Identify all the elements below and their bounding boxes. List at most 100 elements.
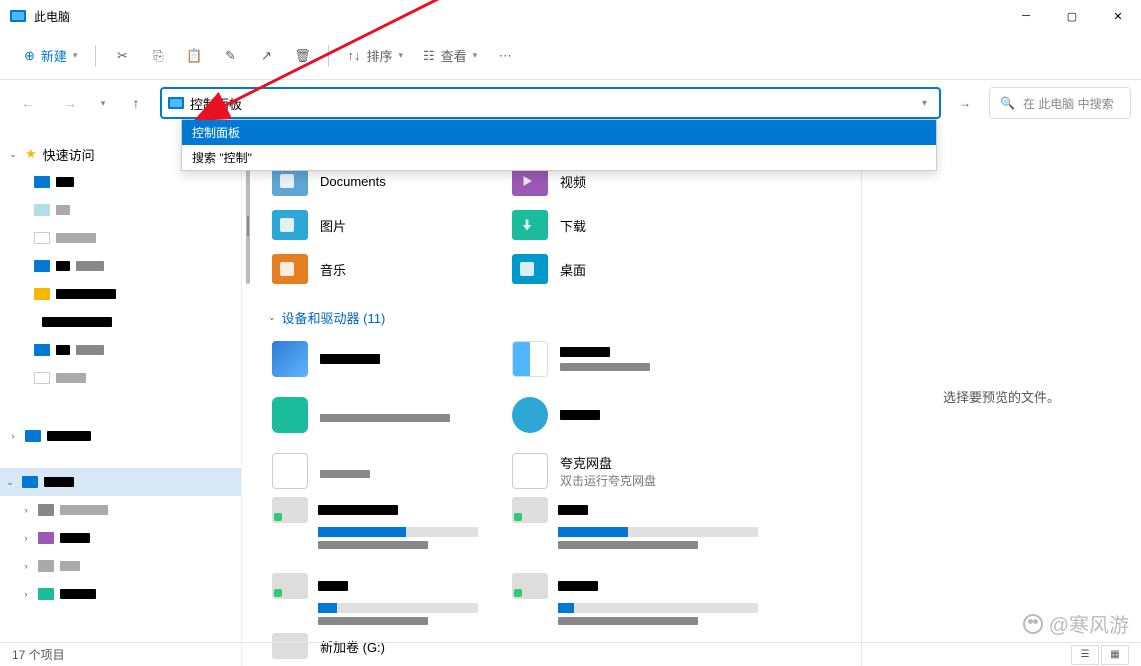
sidebar-item[interactable]: › (0, 524, 241, 552)
chevron-down-icon: ▾ (73, 50, 78, 61)
sidebar-item[interactable] (0, 364, 241, 392)
folder-downloads[interactable]: 下载 (512, 210, 752, 240)
chevron-down-icon: ▾ (398, 50, 403, 61)
forward-button[interactable]: → (52, 87, 88, 119)
monitor-icon (168, 97, 184, 109)
pictures-icon (272, 210, 308, 240)
device-item[interactable] (272, 453, 512, 489)
rename-button[interactable]: ✎ (214, 40, 246, 72)
address-wrapper: ▾ 控制面板 搜索 "控制" (160, 87, 941, 119)
close-button[interactable]: ✕ (1095, 0, 1141, 32)
scrollbar[interactable] (246, 168, 250, 284)
navigation-row: ← → ▾ ↑ ▾ 控制面板 搜索 "控制" → 🔍 在 此电脑 中搜索 (0, 80, 1141, 126)
drive-item[interactable] (272, 573, 512, 625)
window-title: 此电脑 (34, 8, 70, 25)
folders-grid: Documents 视频 图片 下载 音乐 桌面 (272, 166, 861, 284)
view-icon: ☷ (423, 48, 435, 64)
sidebar-item[interactable]: › (0, 552, 241, 580)
folder-pictures[interactable]: 图片 (272, 210, 512, 240)
up-button[interactable]: ↑ (118, 87, 154, 119)
folder-desktop[interactable]: 桌面 (512, 254, 752, 284)
search-box[interactable]: 🔍 在 此电脑 中搜索 (989, 87, 1131, 119)
watermark-text: @寒风游 (1049, 609, 1129, 638)
star-icon: ★ (25, 146, 37, 162)
address-bar[interactable]: ▾ (160, 87, 941, 119)
watermark: @寒风游 (1023, 609, 1129, 638)
paste-button[interactable]: 📋 (178, 40, 210, 72)
sidebar-item[interactable]: › (0, 580, 241, 608)
watermark-icon (1023, 614, 1043, 634)
maximize-button[interactable]: ▢ (1049, 0, 1095, 32)
view-grid-button[interactable]: ▦ (1101, 645, 1129, 665)
chevron-down-icon: ⌄ (7, 149, 19, 160)
device-item[interactable] (512, 341, 812, 377)
share-button[interactable]: ↗ (250, 40, 282, 72)
sidebar-item[interactable] (0, 168, 241, 196)
devices-section-header[interactable]: ⌄ 设备和驱动器 (11) (268, 308, 861, 327)
sidebar-item[interactable]: › (0, 496, 241, 524)
devices-grid: 夸克网盘双击运行夸克网盘 (272, 341, 861, 489)
drive-item[interactable] (512, 573, 812, 625)
copy-button[interactable]: ⎘ (142, 40, 174, 72)
content-area: Documents 视频 图片 下载 音乐 桌面 ⌄ 设备和驱动器 (11) 夸… (242, 126, 861, 666)
title-bar: 此电脑 ─ ▢ ✕ (0, 0, 1141, 32)
music-icon (272, 254, 308, 284)
address-suggestions: 控制面板 搜索 "控制" (181, 119, 937, 171)
more-icon: ⋯ (499, 48, 512, 64)
delete-button[interactable]: 🗑 (286, 40, 318, 72)
view-button[interactable]: ☷ 查看 ▾ (415, 40, 485, 72)
trash-icon: 🗑 (294, 48, 311, 64)
suggestion-item[interactable]: 搜索 "控制" (182, 145, 936, 170)
drives-grid (272, 497, 861, 625)
view-list-button[interactable]: ☰ (1071, 645, 1099, 665)
scissors-icon: ✂ (117, 48, 128, 64)
more-button[interactable]: ⋯ (489, 40, 521, 72)
device-icon (512, 397, 548, 433)
separator (95, 45, 96, 67)
chevron-down-icon: ▾ (473, 50, 478, 61)
minimize-button[interactable]: ─ (1003, 0, 1049, 32)
sidebar-item[interactable] (0, 336, 241, 364)
go-button[interactable]: → (947, 87, 983, 119)
search-icon: 🔍 (1000, 96, 1015, 110)
address-dropdown-button[interactable]: ▾ (916, 98, 933, 109)
chevron-down-icon: ⌄ (268, 312, 276, 323)
preview-pane: 选择要预览的文件。 (861, 126, 1141, 666)
device-icon (272, 341, 308, 377)
sidebar-item[interactable]: › (0, 422, 241, 450)
search-placeholder: 在 此电脑 中搜索 (1023, 95, 1114, 112)
device-item[interactable] (272, 341, 512, 377)
device-icon (512, 341, 548, 377)
sidebar-item[interactable] (0, 308, 241, 336)
paste-icon: 📋 (186, 48, 202, 64)
recent-button[interactable]: ▾ (94, 87, 112, 119)
main-area: ⌄ ★ 快速访问 › ⌄ › › › › Documents 视频 图片 下载 … (0, 126, 1141, 666)
new-button[interactable]: ⊕ 新建 ▾ (16, 40, 85, 72)
sidebar-this-pc[interactable]: ⌄ (0, 468, 241, 496)
device-item[interactable] (272, 397, 512, 433)
cut-button[interactable]: ✂ (106, 40, 138, 72)
sidebar-item[interactable] (0, 224, 241, 252)
quick-access-label: 快速访问 (43, 145, 95, 164)
preview-placeholder: 选择要预览的文件。 (943, 387, 1060, 406)
sidebar: ⌄ ★ 快速访问 › ⌄ › › › › (0, 126, 242, 666)
drive-item[interactable] (512, 497, 812, 549)
address-input[interactable] (190, 96, 910, 111)
sidebar-item[interactable] (0, 196, 241, 224)
plus-icon: ⊕ (24, 48, 35, 64)
sort-button[interactable]: ↑↓ 排序 ▾ (339, 40, 411, 72)
device-item[interactable] (512, 397, 812, 433)
drive-item[interactable] (272, 497, 512, 549)
suggestion-item[interactable]: 控制面板 (182, 120, 936, 145)
folder-music[interactable]: 音乐 (272, 254, 512, 284)
sidebar-item[interactable] (0, 252, 241, 280)
downloads-icon (512, 210, 548, 240)
sidebar-item[interactable] (0, 280, 241, 308)
device-quark[interactable]: 夸克网盘双击运行夸克网盘 (512, 453, 812, 489)
back-button[interactable]: ← (10, 87, 46, 119)
item-count: 17 个项目 (12, 646, 65, 663)
drive-icon (272, 573, 308, 599)
toolbar: ⊕ 新建 ▾ ✂ ⎘ 📋 ✎ ↗ 🗑 ↑↓ 排序 ▾ ☷ 查看 ▾ ⋯ (0, 32, 1141, 80)
drive-icon (272, 497, 308, 523)
devices-title: 设备和驱动器 (11) (282, 308, 386, 327)
